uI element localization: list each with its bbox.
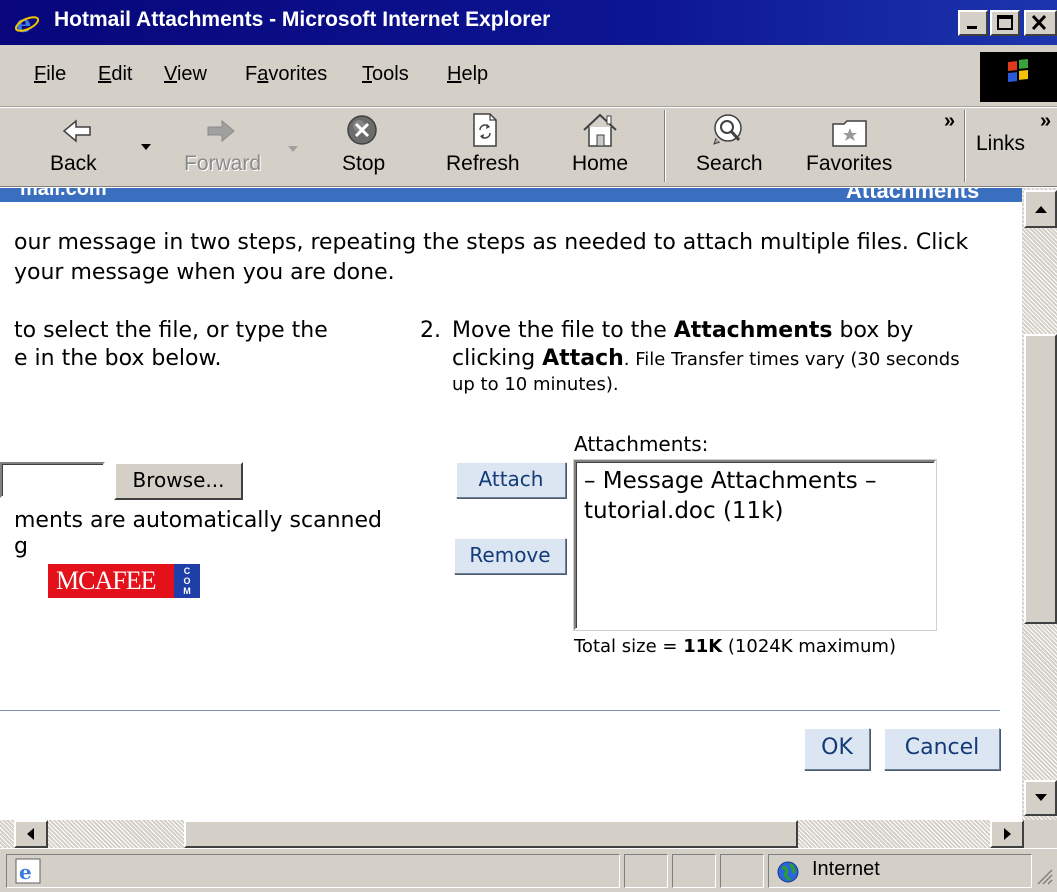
status-text-cell xyxy=(6,854,620,888)
refresh-icon xyxy=(473,113,497,147)
search-button[interactable]: Search xyxy=(692,112,768,182)
forward-button[interactable]: Forward xyxy=(182,112,262,182)
status-cell xyxy=(672,854,716,888)
windows-logo-icon xyxy=(980,52,1057,102)
total-size: Total size = 11K (1024K maximum) xyxy=(574,636,896,657)
status-cell xyxy=(720,854,764,888)
down-arrow-icon xyxy=(1035,794,1047,801)
scan-line-2: g xyxy=(14,534,28,559)
divider xyxy=(0,710,1000,711)
remove-button[interactable]: Remove xyxy=(454,538,566,574)
scroll-down-button[interactable] xyxy=(1024,780,1057,816)
back-button[interactable]: Back xyxy=(48,112,108,182)
step2-line-3: up to 10 minutes). xyxy=(452,374,619,395)
refresh-button[interactable]: Refresh xyxy=(444,112,526,182)
forward-label: Forward xyxy=(184,152,262,175)
links-button[interactable]: Links xyxy=(976,132,1025,156)
attach-button[interactable]: Attach xyxy=(456,462,566,498)
scroll-left-button[interactable] xyxy=(14,820,48,848)
search-label: Search xyxy=(696,152,763,175)
security-zone-cell xyxy=(768,854,1032,888)
step2-number: 2. xyxy=(420,318,441,343)
home-label: Home xyxy=(572,152,629,175)
resize-grip-icon[interactable] xyxy=(1034,866,1054,891)
favorites-label: Favorites xyxy=(806,152,893,175)
stop-button[interactable]: Stop xyxy=(332,112,396,182)
page-content: mail.com Attachments our message in two … xyxy=(0,188,1022,820)
page-icon: e xyxy=(14,857,44,890)
intro-line-2: your message when you are done. xyxy=(14,260,395,285)
maximize-button[interactable] xyxy=(990,10,1020,36)
title-bar: e Hotmail Attachments - Microsoft Intern… xyxy=(0,0,1057,45)
favorites-folder-icon xyxy=(832,120,867,147)
toolbar-separator xyxy=(664,110,666,182)
minimize-button[interactable] xyxy=(958,10,988,36)
refresh-label: Refresh xyxy=(446,152,520,175)
forward-arrow-icon xyxy=(207,119,235,143)
attachment-item[interactable]: tutorial.doc (11k) xyxy=(584,498,784,524)
security-zone-label: Internet xyxy=(812,858,880,880)
menu-view[interactable]: View xyxy=(164,63,207,86)
status-cell xyxy=(624,854,668,888)
page-header-band: mail.com Attachments xyxy=(0,188,1022,202)
scan-line-1: ments are automatically scanned xyxy=(14,508,382,533)
mcafee-com-tag: COM xyxy=(174,564,200,598)
attachments-listbox[interactable]: – Message Attachments – tutorial.doc (11… xyxy=(574,460,936,630)
menu-edit[interactable]: Edit xyxy=(98,63,132,86)
horizontal-scroll-thumb[interactable] xyxy=(184,820,798,848)
step1-line-1: to select the file, or type the xyxy=(14,318,328,343)
back-arrow-icon xyxy=(62,119,91,143)
vertical-scroll-thumb[interactable] xyxy=(1024,334,1057,624)
links-chevron[interactable]: » xyxy=(1040,110,1051,133)
mcafee-logo-text: MCAFEE xyxy=(56,566,156,595)
back-dropdown-icon[interactable] xyxy=(140,138,152,156)
globe-icon xyxy=(776,860,800,889)
menu-tools[interactable]: Tools xyxy=(362,63,409,86)
browse-button[interactable]: Browse... xyxy=(114,462,243,500)
mcafee-logo: MCAFEE COM xyxy=(48,564,200,598)
close-button[interactable] xyxy=(1024,10,1057,36)
menu-help[interactable]: Help xyxy=(447,63,488,86)
window-title: Hotmail Attachments - Microsoft Internet… xyxy=(54,8,551,31)
scroll-up-button[interactable] xyxy=(1024,190,1057,228)
up-arrow-icon xyxy=(1035,206,1047,213)
left-arrow-icon xyxy=(27,828,34,840)
forward-dropdown-icon[interactable] xyxy=(287,140,299,158)
scrollbar-corner xyxy=(1024,820,1057,848)
stop-icon xyxy=(347,115,377,145)
attachments-list-header[interactable]: – Message Attachments – xyxy=(584,468,877,494)
ie-logo-icon: e xyxy=(14,9,40,38)
file-path-input[interactable] xyxy=(0,462,105,498)
stop-label: Stop xyxy=(342,152,386,175)
menu-favorites[interactable]: Favorites xyxy=(245,63,327,86)
links-separator xyxy=(964,110,966,182)
step2-line-1: Move the file to the Attachments box by xyxy=(452,318,914,343)
intro-line-1: our message in two steps, repeating the … xyxy=(14,230,969,255)
home-button[interactable]: Home xyxy=(566,112,636,182)
toolbar-chevron[interactable]: » xyxy=(944,110,955,133)
header-brand: mail.com xyxy=(20,188,107,200)
right-arrow-icon xyxy=(1004,828,1011,840)
menu-file[interactable]: File xyxy=(34,63,66,86)
search-icon xyxy=(713,114,742,145)
header-title: Attachments xyxy=(846,188,980,202)
step1-line-2: e in the box below. xyxy=(14,346,222,371)
attachments-label: Attachments: xyxy=(574,432,709,456)
menu-bar xyxy=(0,45,1057,107)
back-label: Back xyxy=(50,152,97,175)
cancel-button[interactable]: Cancel xyxy=(884,728,1000,770)
home-icon xyxy=(583,113,617,147)
svg-text:e: e xyxy=(19,860,32,884)
favorites-button[interactable]: Favorites xyxy=(804,112,900,182)
scroll-right-button[interactable] xyxy=(990,820,1024,848)
step2-line-2: clicking Attach. File Transfer times var… xyxy=(452,346,960,371)
ok-button[interactable]: OK xyxy=(804,728,870,770)
